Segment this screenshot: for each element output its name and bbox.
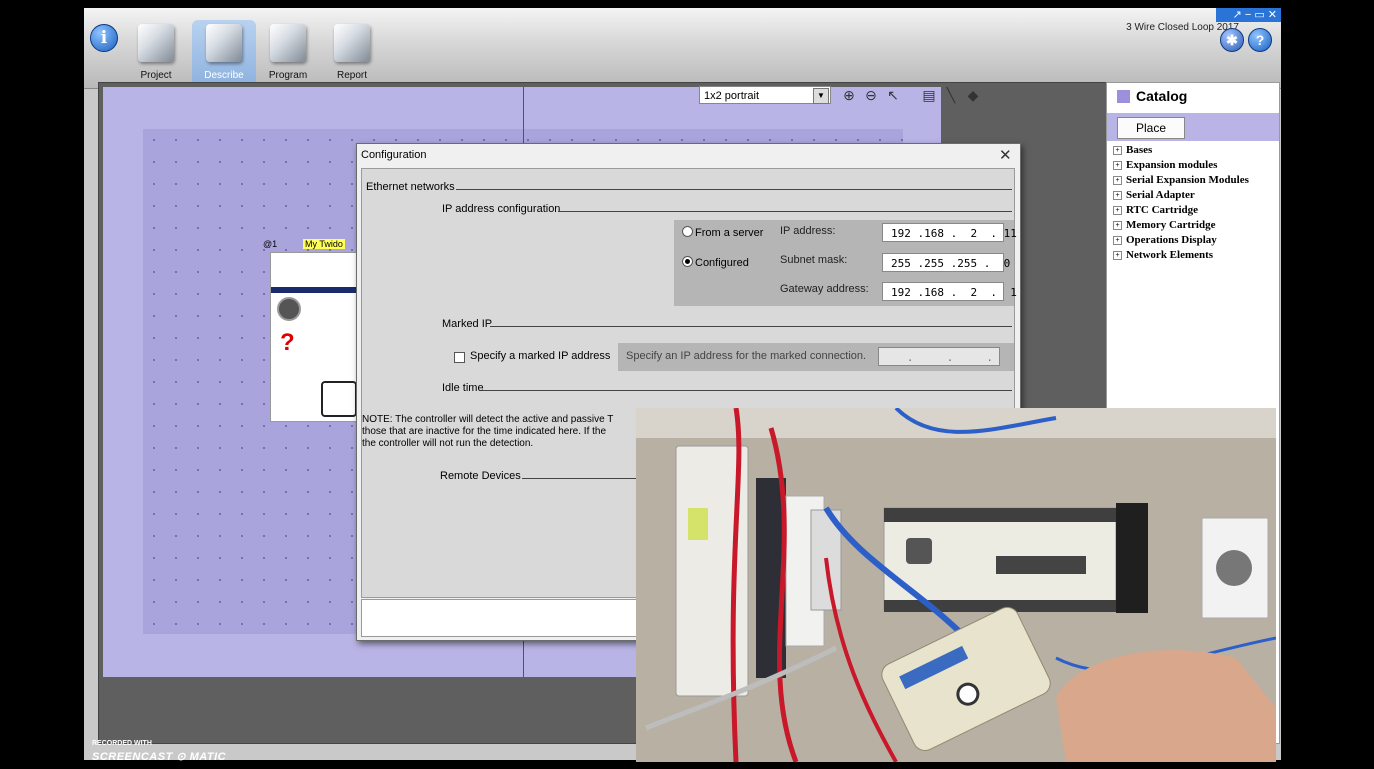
section-marked-ip: Marked IP: [442, 318, 493, 330]
marked-ip-hint: Specify an IP address for the marked con…: [626, 350, 867, 362]
expand-icon[interactable]: +: [1113, 191, 1122, 200]
catalog-item-memory-cartridge[interactable]: + Memory Cartridge: [1113, 218, 1279, 233]
catalog-item-bases[interactable]: + Bases: [1113, 143, 1279, 158]
report-icon: [334, 24, 370, 62]
expand-icon[interactable]: +: [1113, 161, 1122, 170]
marked-ip-panel: Specify an IP address for the marked con…: [618, 343, 1014, 371]
expand-icon[interactable]: +: [1113, 221, 1122, 230]
section-rule: [490, 326, 1012, 327]
describe-icon: [206, 24, 242, 62]
plc-terminal-strip: [884, 508, 1116, 522]
note-line: NOTE: The controller will detect the act…: [362, 414, 614, 425]
tab-program[interactable]: Program: [256, 20, 320, 86]
tab-describe[interactable]: Describe: [192, 20, 256, 86]
radio-button-selected-icon: [682, 256, 693, 267]
catalog-item-serial-expansion-modules[interactable]: + Serial Expansion Modules: [1113, 173, 1279, 188]
ip-address-label: IP address:: [780, 225, 836, 237]
configured-radio[interactable]: Configured: [682, 256, 749, 269]
ip-address-field[interactable]: 192 .168 . 2 . 11: [882, 223, 1017, 242]
tab-describe-label: Describe: [204, 70, 244, 81]
line-tool-icon[interactable]: ╲: [941, 86, 961, 104]
mount-hole: [1216, 550, 1252, 586]
controller-name[interactable]: My Twido: [303, 239, 345, 249]
unknown-device-icon: ?: [280, 329, 295, 356]
plc-expansion: [1116, 503, 1148, 613]
radio-button-icon: [682, 226, 693, 237]
marked-ip-checkbox[interactable]: [454, 352, 465, 363]
help-icon[interactable]: ?: [1248, 28, 1272, 52]
info-icon[interactable]: i: [90, 24, 118, 52]
recorder-watermark-top: RECORDED WITH: [92, 740, 152, 747]
expand-icon[interactable]: +: [1113, 206, 1122, 215]
section-ethernet-networks: Ethernet networks: [366, 181, 455, 193]
page-format-value: 1x2 portrait: [704, 90, 760, 102]
catalog-header: Catalog: [1107, 83, 1279, 111]
settings-icon[interactable]: ✱: [1220, 28, 1244, 52]
section-rule: [456, 189, 1012, 190]
from-server-radio[interactable]: From a server: [682, 226, 763, 239]
section-rule: [482, 390, 1012, 391]
camera-video-overlay: [636, 408, 1276, 762]
catalog-title: Catalog: [1136, 88, 1188, 104]
project-icon: [138, 24, 174, 62]
expand-icon[interactable]: +: [1113, 251, 1122, 260]
place-button[interactable]: Place: [1117, 117, 1185, 139]
select-arrow-icon[interactable]: ↖: [883, 86, 903, 104]
expand-icon[interactable]: +: [1113, 146, 1122, 155]
status-led-strip: [688, 508, 708, 540]
marked-ip-field[interactable]: . . .: [878, 347, 1000, 366]
zoom-in-icon[interactable]: ⊕: [839, 86, 859, 104]
tab-report-label: Report: [336, 70, 367, 81]
gateway-address-label: Gateway address:: [780, 283, 869, 295]
chevron-down-icon[interactable]: ▼: [813, 88, 829, 104]
controller-header-band: [271, 287, 359, 293]
catalog-item-serial-adapter[interactable]: + Serial Adapter: [1113, 188, 1279, 203]
expand-icon[interactable]: +: [1113, 176, 1122, 185]
section-rule: [522, 478, 642, 479]
controller-index: @1: [263, 239, 278, 249]
main-toolbar: i Project Describe Program Report ↗ − ▭ …: [84, 8, 1281, 89]
catalog-item-rtc-cartridge[interactable]: + RTC Cartridge: [1113, 203, 1279, 218]
note-line: those that are inactive for the time ind…: [362, 426, 607, 437]
catalog-item-operations-display[interactable]: + Operations Display: [1113, 233, 1279, 248]
window-controls[interactable]: ↗ − ▭ ✕: [1216, 8, 1281, 22]
section-ip-configuration: IP address configuration: [442, 203, 561, 215]
eraser-icon[interactable]: ◆: [963, 86, 983, 104]
zoom-out-icon[interactable]: ⊖: [861, 86, 881, 104]
canvas-toolbar: 1x2 portrait ▼ ⊕ ⊖ ↖ ▤ ╲ ◆: [699, 85, 999, 107]
controller-connector-icon: [321, 381, 357, 417]
catalog-item-network-elements[interactable]: + Network Elements: [1113, 248, 1279, 263]
marked-ip-checkbox-label: Specify a marked IP address: [470, 350, 611, 362]
controller-module[interactable]: ?: [270, 252, 360, 422]
section-idle-time: Idle time: [442, 382, 484, 394]
tab-project-label: Project: [140, 70, 172, 81]
page-format-select[interactable]: 1x2 portrait ▼: [699, 86, 831, 104]
hardware-photo: [636, 408, 1276, 762]
program-icon: [270, 24, 306, 62]
tab-project[interactable]: Project: [124, 20, 188, 86]
ip-configuration-panel: From a server Configured IP address: 192…: [674, 220, 1017, 306]
catalog-item-expansion-modules[interactable]: + Expansion modules: [1113, 158, 1279, 173]
section-remote-devices: Remote Devices: [440, 470, 521, 482]
module-icon[interactable]: ▤: [919, 86, 939, 104]
tab-report[interactable]: Report: [320, 20, 384, 86]
plc-led-bank: [996, 556, 1086, 574]
section-rule: [558, 211, 1012, 212]
catalog-icon: [1117, 90, 1130, 103]
catalog-tree: + Bases + Expansion modules + Serial Expans…: [1113, 143, 1279, 263]
note-line: the controller will not run the detectio…: [362, 438, 534, 449]
controller-port-icon: [277, 297, 301, 321]
gateway-address-field[interactable]: 192 .168 . 2 . 1: [882, 282, 1017, 301]
plc-port: [906, 538, 932, 564]
recorder-watermark: SCREENCAST ⊙ MATIC: [92, 751, 227, 763]
close-icon[interactable]: ✕: [999, 146, 1012, 164]
expand-icon[interactable]: +: [1113, 236, 1122, 245]
dialog-title: Configuration: [361, 149, 427, 161]
idle-time-note: NOTE: The controller will detect the act…: [362, 414, 640, 450]
subnet-mask-label: Subnet mask:: [780, 254, 848, 266]
tab-program-label: Program: [268, 70, 308, 81]
subnet-mask-field[interactable]: 255 .255 .255 . 0: [882, 253, 1010, 272]
